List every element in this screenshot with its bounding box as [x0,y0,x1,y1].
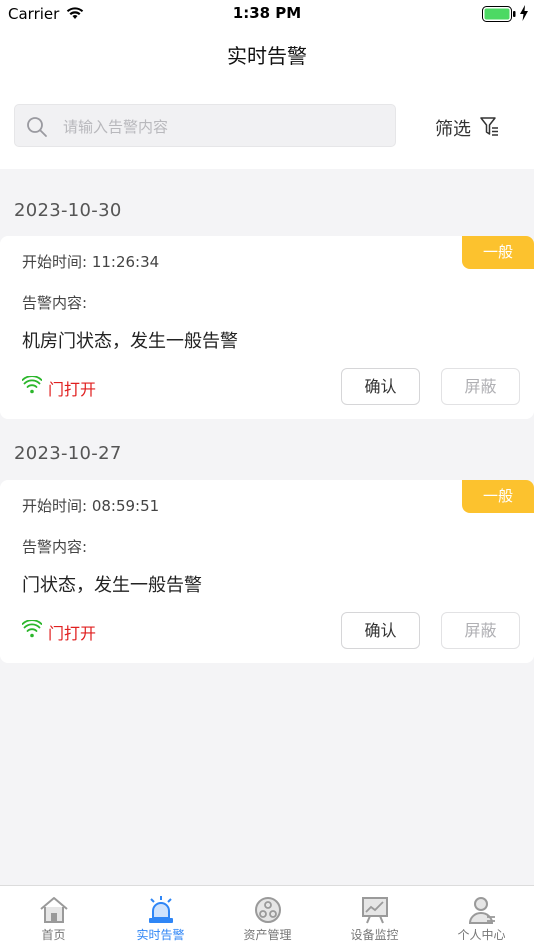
alarm-card[interactable]: 一般 开始时间: 11:26:34 告警内容: 机房门状态，发生一般告警 门打开… [0,236,534,419]
tab-monitor[interactable]: 设备监控 [321,886,428,950]
filter-icon [480,116,500,142]
filter-button[interactable]: 筛选 [435,114,515,140]
shield-button[interactable]: 屏蔽 [441,368,520,405]
header-area: Carrier 1:38 PM 实时告警 请输入告警内容 筛选 [0,0,534,169]
tab-label: 首页 [41,928,66,942]
alarm-card[interactable]: 一般 开始时间: 08:59:51 告警内容: 门状态，发生一般告警 门打开 确… [0,480,534,663]
tab-label: 资产管理 [243,928,292,942]
door-status-text: 门打开 [48,380,97,399]
search-bar[interactable]: 请输入告警内容 [14,104,396,147]
tab-alarm[interactable]: 实时告警 [107,886,214,950]
filter-label: 筛选 [435,119,471,140]
alarm-content-text: 门状态，发生一般告警 [22,575,202,596]
tab-label: 设备监控 [350,928,399,942]
shield-button[interactable]: 屏蔽 [441,612,520,649]
tab-bar: 首页 实时告警 资产管理 设备监控 个人中心 [0,885,534,950]
alarm-date-header: 2023-10-30 [14,200,122,221]
clock-time: 1:38 PM [232,4,302,22]
confirm-button[interactable]: 确认 [341,368,420,405]
tab-label: 实时告警 [136,928,185,942]
alarm-content-label: 告警内容: [22,538,88,556]
confirm-button[interactable]: 确认 [341,612,420,649]
tab-assets[interactable]: 资产管理 [214,886,321,950]
alarm-content-label: 告警内容: [22,294,88,312]
user-icon [467,896,497,924]
search-input[interactable]: 请输入告警内容 [63,116,168,137]
alarm-level-badge: 一般 [462,236,534,269]
alarm-start-time: 开始时间: 08:59:51 [22,497,160,515]
alarm-icon [146,896,176,924]
tab-profile[interactable]: 个人中心 [428,886,534,950]
home-icon [39,896,69,924]
tab-home[interactable]: 首页 [0,886,107,950]
wifi-signal-icon [21,375,43,398]
alarm-level-badge: 一般 [462,480,534,513]
status-bar: Carrier 1:38 PM [0,0,534,28]
charging-bolt-icon [519,5,529,25]
tab-label: 个人中心 [457,928,506,942]
wifi-signal-icon [21,619,43,642]
search-icon [26,116,48,142]
asset-icon [253,896,283,924]
page-title: 实时告警 [227,44,307,68]
alarm-content-text: 机房门状态，发生一般告警 [22,331,238,352]
monitor-icon [360,896,390,924]
battery-icon [482,6,516,26]
alarm-start-time: 开始时间: 11:26:34 [22,253,160,271]
door-status-text: 门打开 [48,624,97,643]
alarm-date-header: 2023-10-27 [14,443,122,464]
